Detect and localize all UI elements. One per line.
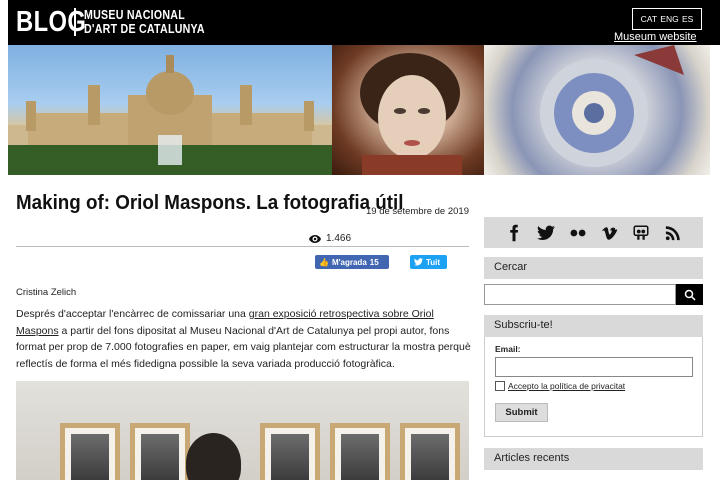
post-title: Making of: Oriol Maspons. La fotografia …	[16, 192, 404, 214]
privacy-policy-link[interactable]: Accepto la política de privacitat	[508, 381, 625, 391]
like-count: 15	[369, 257, 379, 267]
like-label: M'agrada	[331, 257, 367, 267]
tweet-label: Tuit	[426, 257, 441, 267]
search-icon	[684, 289, 696, 301]
museum-name[interactable]: MUSEU NACIONAL D'ART DE CATALUNYA	[84, 8, 205, 36]
intro-text-start: Després d'acceptar l'encàrrec de comissa…	[16, 308, 249, 320]
eye-icon	[309, 234, 321, 243]
exhibition-photo	[16, 381, 469, 480]
banner-portrait-image	[332, 45, 484, 175]
header-banner	[8, 45, 710, 175]
subscribe-widget-heading: Subscriu-te!	[484, 315, 703, 337]
twitter-icon[interactable]	[536, 224, 555, 242]
email-field[interactable]	[495, 357, 693, 377]
photo-frame	[60, 423, 120, 480]
lang-es[interactable]: ES	[682, 14, 693, 24]
search-widget-heading: Cercar	[484, 257, 703, 279]
search-input[interactable]	[484, 284, 676, 305]
privacy-consent: Accepto la política de privacitat	[495, 381, 625, 391]
facebook-icon[interactable]	[505, 224, 523, 242]
submit-button[interactable]: Submit	[495, 403, 548, 422]
photo-frame	[260, 423, 320, 480]
view-count-value: 1.466	[326, 233, 352, 244]
logo-divider	[74, 8, 76, 36]
tweet-button[interactable]: Tuit	[410, 255, 447, 269]
photo-frame	[400, 423, 460, 480]
photo-frame	[130, 423, 190, 480]
post-intro-paragraph: Després d'acceptar l'encàrrec de comissa…	[16, 306, 471, 372]
lang-cat[interactable]: CAT	[641, 14, 657, 24]
language-switcher: CAT ENG ES	[632, 8, 702, 30]
title-divider	[16, 246, 469, 247]
slideshare-icon[interactable]	[632, 224, 650, 242]
photo-frame	[330, 423, 390, 480]
banner-palace-image	[8, 45, 332, 175]
museum-name-line1: MUSEU NACIONAL	[84, 8, 185, 22]
flickr-icon[interactable]	[569, 224, 587, 242]
email-label: Email:	[495, 344, 521, 354]
thumbs-up-icon: 👍	[319, 257, 329, 267]
vimeo-icon[interactable]	[600, 224, 618, 242]
museum-name-line2: D'ART DE CATALUNYA	[84, 22, 205, 36]
recent-articles-heading: Articles recents	[484, 448, 703, 470]
twitter-bird-icon	[414, 258, 423, 266]
privacy-checkbox[interactable]	[495, 381, 505, 391]
post-date: 19 de setembre de 2019	[366, 206, 469, 217]
museum-website-link[interactable]: Museum website	[614, 31, 697, 43]
search-button[interactable]	[676, 284, 703, 305]
visitor-head	[186, 433, 241, 480]
social-links	[484, 217, 703, 248]
lang-eng[interactable]: ENG	[660, 14, 678, 24]
banner-dome-image	[484, 45, 710, 175]
post-author: Cristina Zelich	[16, 287, 77, 298]
rss-icon[interactable]	[664, 224, 682, 242]
intro-text-end: a partir del fons dipositat al Museu Nac…	[16, 324, 471, 370]
view-count: 1.466	[309, 233, 351, 244]
facebook-like-button[interactable]: 👍 M'agrada 15	[315, 255, 389, 269]
